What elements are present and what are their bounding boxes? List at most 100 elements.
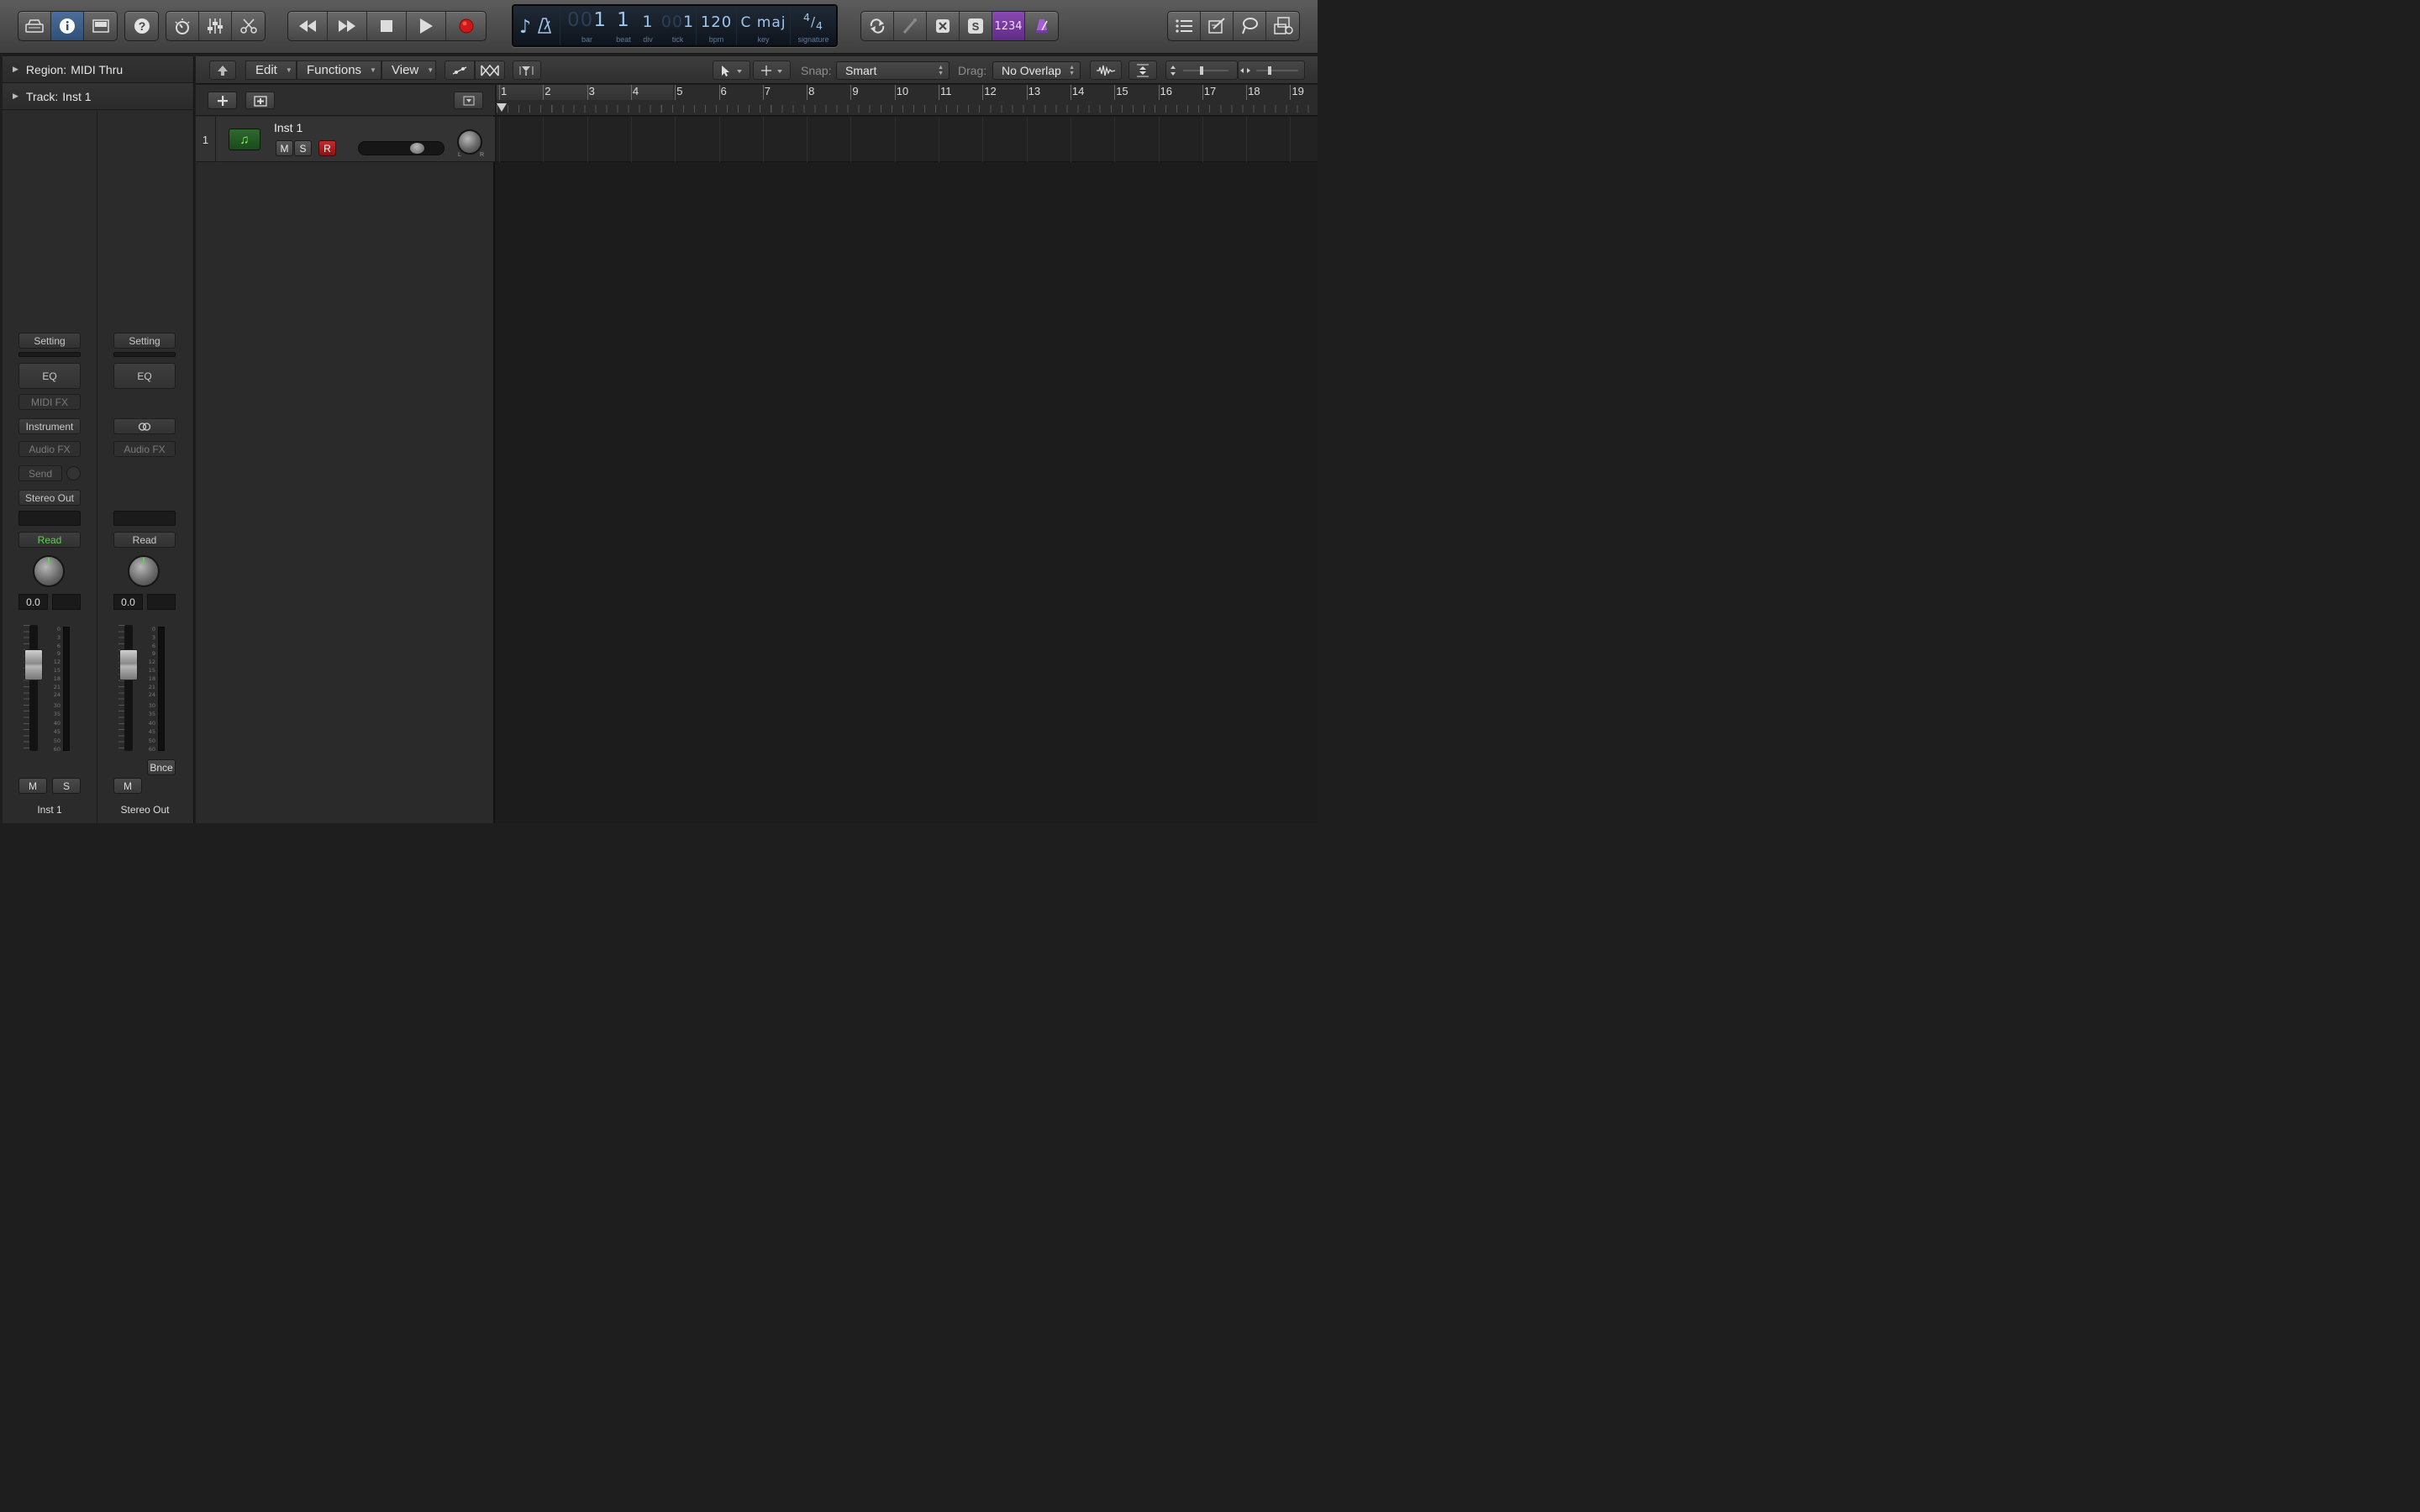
metronome-icon[interactable] xyxy=(1025,12,1058,40)
send-knob[interactable] xyxy=(66,466,81,480)
lcd-tempo[interactable]: 120 bpm xyxy=(697,6,737,45)
track-mute-button[interactable]: M xyxy=(276,140,293,156)
edit-menu[interactable]: Edit ▼ xyxy=(245,60,297,80)
track-lane-inst1[interactable] xyxy=(497,117,1318,162)
mute-button[interactable]: M xyxy=(18,778,47,794)
track-solo-button[interactable]: S xyxy=(294,140,312,156)
volume-fader-track[interactable] xyxy=(124,625,133,751)
mixer-icon[interactable] xyxy=(199,12,232,40)
eq-button[interactable]: EQ xyxy=(18,363,81,389)
rewind-icon[interactable] xyxy=(288,12,328,40)
track-volume-slider[interactable] xyxy=(358,141,445,155)
lcd-mode-icons[interactable]: ♪ xyxy=(513,6,560,45)
setting-button[interactable]: Setting xyxy=(18,333,81,349)
bounce-button[interactable]: Bnce xyxy=(147,759,176,775)
mute-button[interactable]: M xyxy=(113,778,142,794)
lcd-tick-label: tick xyxy=(671,35,684,44)
grid-bar-line xyxy=(1026,117,1028,162)
channel-strip-name[interactable]: Stereo Out xyxy=(97,804,192,816)
stereo-link-button[interactable] xyxy=(113,418,176,434)
volume-fader-cap[interactable] xyxy=(24,649,43,680)
playhead-marker[interactable] xyxy=(497,103,507,112)
auto-zoom-button[interactable] xyxy=(1128,60,1157,80)
track-header-inst1[interactable]: 1 ♫ Inst 1 M S R L R xyxy=(196,117,495,162)
track-volume-knob[interactable] xyxy=(410,143,424,154)
count-in-icon[interactable]: 1234 xyxy=(992,12,1025,40)
instrument-slot[interactable]: Instrument xyxy=(18,418,81,434)
new-track-with-same-settings-button[interactable] xyxy=(245,92,275,109)
flex-button[interactable] xyxy=(475,60,505,80)
record-icon[interactable] xyxy=(446,12,486,40)
automation-mode-button[interactable]: Read xyxy=(18,532,81,548)
bar-ruler[interactable]: 1 2 3 4 5 6 7 8 9 10 11 12 13 14 15 16 17 18 19 xyxy=(497,85,1318,116)
tracks-workspace[interactable] xyxy=(497,117,1318,823)
lcd-bpm-label: bpm xyxy=(708,35,724,44)
lcd-signature[interactable]: 4/4 signature xyxy=(791,6,836,45)
balance-knob[interactable] xyxy=(128,555,160,587)
functions-menu[interactable]: Functions ▼ xyxy=(297,60,381,80)
track-record-enable-button[interactable]: R xyxy=(318,140,336,156)
list-editors-icon[interactable] xyxy=(1168,12,1201,40)
library-icon[interactable] xyxy=(18,12,51,40)
region-inspector-header[interactable]: ▶ Region: MIDI Thru xyxy=(3,56,193,83)
catch-up-button[interactable] xyxy=(209,60,236,80)
volume-value[interactable]: 0.0 xyxy=(113,594,143,610)
forward-icon[interactable] xyxy=(328,12,367,40)
volume-fader-track[interactable] xyxy=(29,625,38,751)
editors-icon[interactable] xyxy=(232,12,265,40)
disclosure-triangle-icon[interactable]: ▶ xyxy=(13,92,18,101)
lcd-display[interactable]: ♪ 001 bar 1 beat 1 div 001 tick 120 bpm xyxy=(512,4,838,47)
smart-controls-icon[interactable] xyxy=(166,12,199,40)
output-button[interactable]: Stereo Out xyxy=(18,490,81,506)
global-tracks-button[interactable] xyxy=(454,92,483,109)
horizontal-zoom-slider[interactable] xyxy=(1238,60,1305,80)
region-label: Region: xyxy=(25,62,67,76)
group-slot[interactable] xyxy=(18,511,81,526)
solo-button[interactable]: S xyxy=(52,778,81,794)
audio-fx-slot[interactable]: Audio FX xyxy=(18,441,81,457)
inspector-icon[interactable] xyxy=(51,12,84,40)
send-slot[interactable]: Send xyxy=(18,465,62,481)
track-name[interactable]: Inst 1 xyxy=(274,121,302,134)
mail-icon[interactable] xyxy=(84,12,117,40)
vertical-zoom-slider[interactable] xyxy=(1165,60,1238,80)
note-pad-icon[interactable] xyxy=(1201,12,1234,40)
automation-mode-button[interactable]: Read xyxy=(113,532,176,548)
catch-button[interactable] xyxy=(513,60,541,80)
solo-icon[interactable]: S xyxy=(960,12,992,40)
view-menu[interactable]: View ▼ xyxy=(381,60,436,80)
eq-button[interactable]: EQ xyxy=(113,363,176,389)
volume-value[interactable]: 0.0 xyxy=(18,594,48,610)
play-icon[interactable] xyxy=(407,12,446,40)
cycle-area[interactable] xyxy=(497,85,673,100)
drag-popup[interactable]: No Overlap ▲ ▼ xyxy=(992,61,1081,80)
pan-knob[interactable] xyxy=(33,555,65,587)
tuner-icon[interactable] xyxy=(894,12,927,40)
cycle-icon[interactable] xyxy=(861,12,894,40)
lcd-key[interactable]: C maj key xyxy=(737,6,791,45)
ruler-bar-number: 15 xyxy=(1116,85,1128,97)
volume-fader-cap[interactable] xyxy=(119,649,138,680)
replace-icon[interactable] xyxy=(927,12,960,40)
left-click-tool-menu[interactable] xyxy=(713,60,750,80)
channel-strip-name[interactable]: Inst 1 xyxy=(3,804,97,816)
gain-reduction-slot xyxy=(113,352,176,357)
software-instrument-icon[interactable]: ♫ xyxy=(229,129,260,150)
midi-fx-slot[interactable]: MIDI FX xyxy=(18,394,81,410)
disclosure-triangle-icon[interactable]: ▶ xyxy=(13,65,18,74)
command-click-tool-menu[interactable] xyxy=(753,60,791,80)
stop-icon[interactable] xyxy=(367,12,407,40)
meter-scale-label: 0 xyxy=(56,626,60,633)
track-pan-knob[interactable] xyxy=(457,129,482,155)
automation-button[interactable] xyxy=(445,60,475,80)
add-track-button[interactable] xyxy=(208,92,237,109)
setting-button[interactable]: Setting xyxy=(113,333,176,349)
loop-browser-icon[interactable] xyxy=(1234,12,1266,40)
help-icon[interactable]: ? xyxy=(125,12,158,40)
group-slot[interactable] xyxy=(113,511,176,526)
waveform-zoom-button[interactable] xyxy=(1090,60,1122,80)
browsers-icon[interactable] xyxy=(1266,12,1299,40)
audio-fx-slot[interactable]: Audio FX xyxy=(113,441,176,457)
track-inspector-header[interactable]: ▶ Track: Inst 1 xyxy=(3,83,193,110)
snap-popup[interactable]: Smart ▲ ▼ xyxy=(836,61,950,80)
